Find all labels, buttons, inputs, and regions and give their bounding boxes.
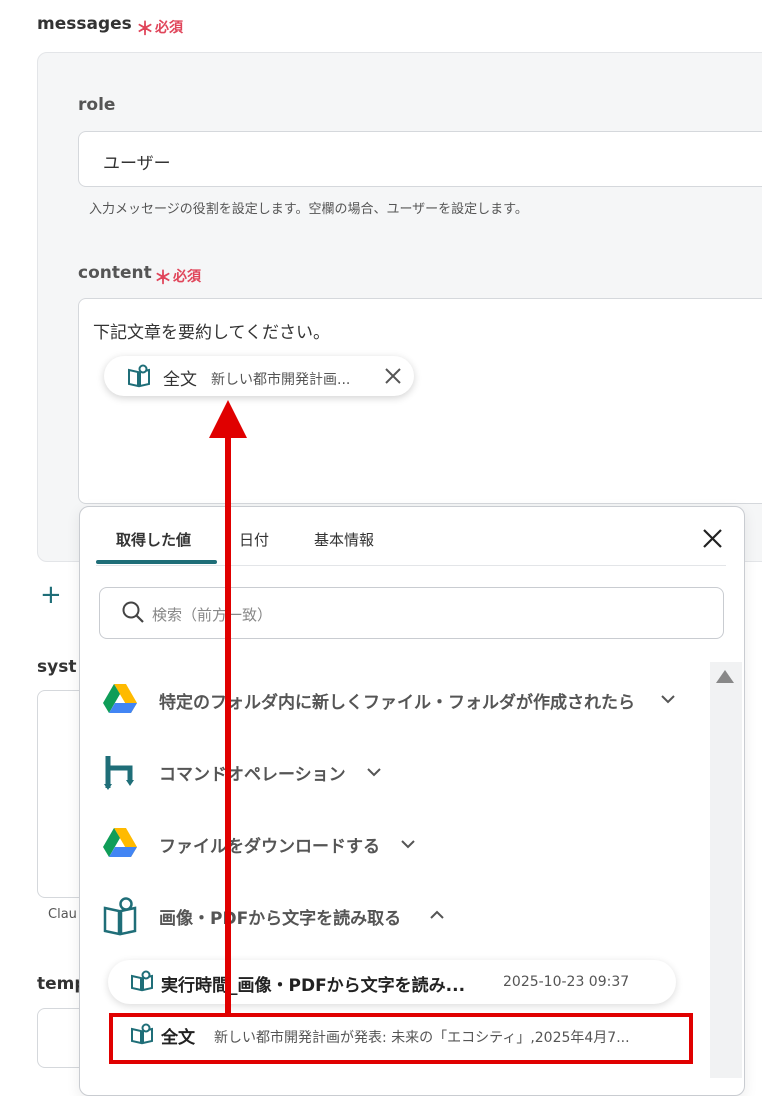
close-icon[interactable] — [384, 367, 402, 389]
chevron-up-icon[interactable] — [429, 909, 445, 925]
tab-acquired-values[interactable]: 取得した値 — [116, 529, 191, 550]
role-hint: 入力メッセージの役割を設定します。空欄の場合、ユーザーを設定します。 — [89, 202, 528, 217]
tab-basic-info[interactable]: 基本情報 — [314, 529, 374, 550]
content-required-badge: 必須 — [173, 269, 201, 285]
sub-item-title: 実行時間_画像・PDFから文字を読み... — [161, 976, 466, 996]
chip-title: 全文 — [163, 370, 197, 390]
content-label: content — [78, 263, 152, 283]
ocr-book-icon — [130, 970, 154, 996]
list-item-ocr[interactable]: 画像・PDFから文字を読み取る — [159, 904, 401, 929]
content-text: 下記文章を要約してください。 — [93, 323, 330, 343]
chevron-down-icon[interactable] — [366, 766, 382, 782]
scroll-up-icon[interactable] — [716, 670, 734, 683]
tab-date[interactable]: 日付 — [239, 529, 269, 550]
chevron-down-icon[interactable] — [660, 693, 676, 709]
sub-item-timestamp: 2025-10-23 09:37 — [503, 974, 630, 990]
close-dropdown-icon[interactable] — [702, 528, 723, 553]
command-operation-icon — [102, 754, 138, 796]
annotation-arrow-head — [209, 400, 247, 438]
role-label: role — [78, 95, 116, 115]
google-drive-icon — [102, 683, 138, 719]
chevron-down-icon[interactable] — [400, 838, 416, 854]
annotation-highlight-box — [109, 1013, 693, 1064]
messages-label: messages — [37, 14, 132, 34]
ocr-book-icon — [102, 896, 138, 940]
annotation-arrow-shaft — [225, 425, 231, 1015]
scrollbar[interactable] — [710, 662, 742, 1078]
role-input[interactable]: ユーザー — [78, 131, 762, 187]
list-item-download-file[interactable]: ファイルをダウンロードする — [159, 832, 380, 857]
system-hint: Clau — [48, 907, 77, 922]
ocr-book-icon — [126, 364, 152, 392]
search-icon — [121, 600, 145, 628]
list-item-command-operation[interactable]: コマンドオペレーション — [159, 760, 346, 785]
add-message-button[interactable]: + — [40, 580, 62, 610]
content-required-star: ＊ — [154, 268, 172, 289]
google-drive-icon — [102, 827, 138, 863]
required-star: ＊ — [136, 19, 154, 40]
required-badge: 必須 — [155, 20, 183, 36]
tab-divider — [96, 565, 726, 566]
system-label: syst — [37, 657, 77, 677]
active-tab-indicator — [96, 560, 217, 564]
chip-value: 新しい都市開発計画... — [211, 372, 351, 388]
search-placeholder: 検索（前方一致） — [152, 606, 273, 624]
